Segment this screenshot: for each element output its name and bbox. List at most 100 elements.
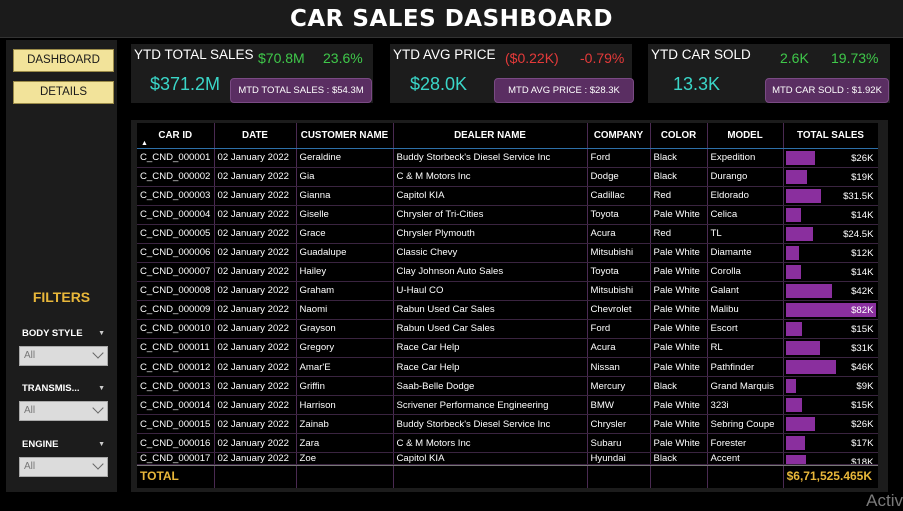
car-id-cell: C_CND_000009 bbox=[137, 300, 215, 320]
company-cell: Mitsubishi bbox=[587, 281, 651, 301]
transmission-label-text: TRANSMIS... bbox=[22, 383, 80, 394]
kpi-change-pct: 23.6% bbox=[323, 50, 363, 66]
sales-data-bar bbox=[785, 245, 799, 260]
table-row[interactable]: C_CND_000004 02 January 2022 Giselle Chrysl… bbox=[137, 205, 878, 225]
body-style-select[interactable]: All bbox=[19, 346, 108, 366]
details-nav-button[interactable]: DETAILS bbox=[13, 81, 114, 104]
color-cell: Pale White bbox=[650, 281, 708, 301]
customer-cell: Grace bbox=[296, 224, 394, 244]
dashboard-nav-button[interactable]: DASHBOARD bbox=[13, 49, 114, 72]
date-cell: 02 January 2022 bbox=[214, 262, 297, 282]
kpi-label: YTD TOTAL SALES bbox=[134, 47, 254, 62]
table-row[interactable]: C_CND_000009 02 January 2022 Naomi Rabun Us… bbox=[137, 300, 878, 320]
dealer-cell: Clay Johnson Auto Sales bbox=[393, 262, 588, 282]
column-header-total-sales[interactable]: TOTAL SALES bbox=[783, 123, 878, 149]
chevron-down-icon: ▼ bbox=[98, 441, 105, 448]
table-row[interactable]: C_CND_000007 02 January 2022 Hailey Clay Jo… bbox=[137, 262, 878, 282]
table-row[interactable]: C_CND_000005 02 January 2022 Grace Chrysler… bbox=[137, 224, 878, 244]
sales-value: $15K bbox=[851, 400, 874, 412]
kpi-value: $371.2M bbox=[150, 74, 221, 94]
engine-filter-label: ENGINE ▼ bbox=[20, 438, 107, 452]
color-cell: Pale White bbox=[650, 205, 708, 225]
date-cell: 02 January 2022 bbox=[214, 319, 297, 339]
kpi-change-amount: ($0.22K) bbox=[505, 50, 559, 66]
car-id-cell: C_CND_000007 bbox=[137, 262, 215, 282]
kpi-change-pct: -0.79% bbox=[580, 50, 625, 66]
column-header-color[interactable]: COLOR bbox=[650, 123, 708, 149]
car-id-cell: C_CND_000016 bbox=[137, 433, 215, 454]
company-cell: Mercury bbox=[587, 376, 651, 397]
customer-cell: Grayson bbox=[296, 319, 394, 339]
model-cell: Malibu bbox=[707, 300, 784, 320]
color-cell: Pale White bbox=[650, 262, 708, 282]
model-cell: Celica bbox=[707, 205, 784, 225]
table-row[interactable]: C_CND_000016 02 January 2022 Zara C & M Mot… bbox=[137, 433, 878, 454]
kpi-value: $28.0K bbox=[410, 74, 468, 94]
model-cell: TL bbox=[707, 224, 784, 244]
car-id-cell: C_CND_000002 bbox=[137, 167, 215, 187]
column-header-date[interactable]: DATE bbox=[214, 123, 297, 149]
column-divider bbox=[783, 466, 784, 488]
sales-value: $19K bbox=[851, 171, 874, 183]
table-row[interactable]: C_CND_000006 02 January 2022 Guadalupe Clas… bbox=[137, 243, 878, 263]
sales-value: $26K bbox=[851, 152, 874, 164]
dropdown-arrow-icon bbox=[92, 402, 104, 414]
table-row[interactable]: C_CND_000010 02 January 2022 Grayson Rabun … bbox=[137, 319, 878, 339]
car-id-cell: C_CND_000014 bbox=[137, 395, 215, 416]
transmission-select[interactable]: All bbox=[19, 401, 108, 421]
table-row[interactable]: C_CND_000012 02 January 2022 Amar'E Race Ca… bbox=[137, 357, 878, 378]
company-cell: Chrysler bbox=[587, 414, 651, 435]
column-header-company[interactable]: COMPANY bbox=[587, 123, 651, 149]
date-cell: 02 January 2022 bbox=[214, 433, 297, 454]
customer-cell: Guadalupe bbox=[296, 243, 394, 263]
company-cell: Toyota bbox=[587, 262, 651, 282]
mtd-avg-price-badge: MTD AVG PRICE : $28.3K bbox=[494, 78, 634, 103]
column-header-model[interactable]: MODEL bbox=[707, 123, 784, 149]
car-id-cell: C_CND_000001 bbox=[137, 148, 215, 168]
sales-value: $42K bbox=[851, 285, 874, 297]
dealer-cell: C & M Motors Inc bbox=[393, 433, 588, 454]
table-row[interactable]: C_CND_000014 02 January 2022 Harrison Scriv… bbox=[137, 395, 878, 416]
table-row[interactable]: C_CND_000008 02 January 2022 Graham U-Haul … bbox=[137, 281, 878, 301]
model-cell: Durango bbox=[707, 167, 784, 187]
table-row[interactable]: C_CND_000013 02 January 2022 Griffin Saab-B… bbox=[137, 376, 878, 397]
column-header-dealer[interactable]: DEALER NAME bbox=[393, 123, 588, 149]
dealer-cell: Saab-Belle Dodge bbox=[393, 376, 588, 397]
table-row[interactable]: C_CND_000011 02 January 2022 Gregory Race C… bbox=[137, 338, 878, 359]
company-cell: Ford bbox=[587, 319, 651, 339]
date-cell: 02 January 2022 bbox=[214, 243, 297, 263]
table-row[interactable]: C_CND_000001 02 January 2022 Geraldine Budd… bbox=[137, 148, 878, 168]
table-row[interactable]: C_CND_000017 02 January 2022 Zoe Capitol KI… bbox=[137, 452, 878, 466]
sales-table-container[interactable]: ▲ CAR ID DATE CUSTOMER NAME DEALER NAME C… bbox=[137, 123, 878, 488]
company-cell: Acura bbox=[587, 224, 651, 244]
total-sales-cell: $15K bbox=[783, 319, 878, 339]
customer-cell: Zoe bbox=[296, 452, 394, 466]
dealer-cell: C & M Motors Inc bbox=[393, 167, 588, 187]
company-cell: Subaru bbox=[587, 433, 651, 454]
total-sales-cell: $9K bbox=[783, 376, 878, 397]
column-header-customer[interactable]: CUSTOMER NAME bbox=[296, 123, 394, 149]
column-header-label: CAR ID bbox=[158, 129, 193, 141]
dealer-cell: Chrysler of Tri-Cities bbox=[393, 205, 588, 225]
column-header-car-id[interactable]: ▲ CAR ID bbox=[137, 123, 215, 149]
table-total-row: TOTAL $6,71,525.465K bbox=[137, 465, 878, 488]
color-cell: Black bbox=[650, 167, 708, 187]
ytd-avg-price-card: YTD AVG PRICE ($0.22K) -0.79% $28.0K MTD… bbox=[390, 44, 634, 103]
date-cell: 02 January 2022 bbox=[214, 357, 297, 378]
model-cell: Eldorado bbox=[707, 186, 784, 206]
model-cell: Corolla bbox=[707, 262, 784, 282]
total-sales-cell: $26K bbox=[783, 148, 878, 168]
customer-cell: Geraldine bbox=[296, 148, 394, 168]
sales-data-bar bbox=[785, 455, 806, 464]
column-divider bbox=[393, 466, 394, 488]
sales-table: ▲ CAR ID DATE CUSTOMER NAME DEALER NAME C… bbox=[137, 123, 878, 466]
table-row[interactable]: C_CND_000015 02 January 2022 Zainab Buddy S… bbox=[137, 414, 878, 435]
car-id-cell: C_CND_000003 bbox=[137, 186, 215, 206]
sales-data-bar bbox=[785, 207, 801, 222]
model-cell: Sebring Coupe bbox=[707, 414, 784, 435]
engine-select[interactable]: All bbox=[19, 457, 108, 477]
table-row[interactable]: C_CND_000003 02 January 2022 Gianna Capitol… bbox=[137, 186, 878, 206]
color-cell: Pale White bbox=[650, 433, 708, 454]
table-row[interactable]: C_CND_000002 02 January 2022 Gia C & M Moto… bbox=[137, 167, 878, 187]
company-cell: Dodge bbox=[587, 167, 651, 187]
